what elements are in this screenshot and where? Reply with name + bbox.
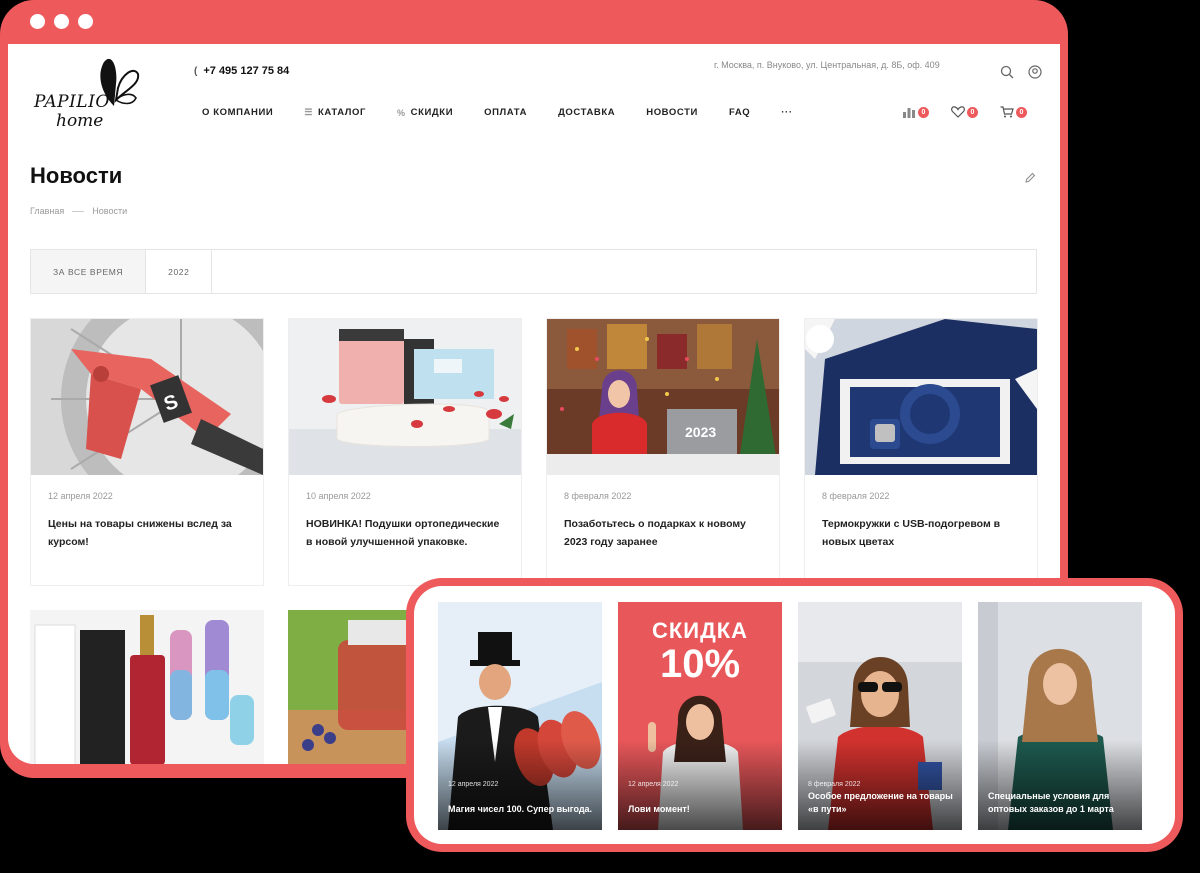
compare-button[interactable]: 0 xyxy=(902,106,929,118)
breadcrumb-separator xyxy=(72,210,85,212)
news-title[interactable]: Позаботьтесь о подарках к новому 2023 го… xyxy=(564,515,762,551)
user-icon[interactable] xyxy=(1028,65,1042,79)
window-dot[interactable] xyxy=(30,14,45,29)
nav-item-catalog[interactable]: ☰ КАТАЛОГ xyxy=(304,107,366,118)
story-date: 12 апреля 2022 xyxy=(448,781,499,788)
story-card[interactable]: Специальные условия для оптовых заказов … xyxy=(978,602,1142,830)
year-filter: ЗА ВСЕ ВРЕМЯ 2022 xyxy=(30,249,1037,294)
nav-label: НОВОСТИ xyxy=(646,107,698,118)
nav-item-payment[interactable]: ОПЛАТА xyxy=(484,107,527,118)
nav-item-news[interactable]: НОВОСТИ xyxy=(646,107,698,118)
story-card[interactable]: 12 апреля 2022 Магия чисел 100. Супер вы… xyxy=(438,602,602,830)
news-image xyxy=(289,319,521,475)
nav-item-delivery[interactable]: ДОСТАВКА xyxy=(558,107,615,118)
nav-label: О КОМПАНИИ xyxy=(202,107,274,118)
favorites-count: 0 xyxy=(967,106,978,118)
news-title[interactable]: НОВИНКА! Подушки ортопедические в новой … xyxy=(306,515,504,551)
nav-more-button[interactable]: ··· xyxy=(781,107,792,118)
news-card[interactable]: 2023 8 февраля 2022 Позаботьтесь о подар… xyxy=(546,318,780,586)
news-card[interactable]: S 12 апреля 2022 Цены на товары снижены … xyxy=(30,318,264,586)
news-title[interactable]: Термокружки с USB-подогревом в новых цве… xyxy=(822,515,1020,551)
filter-all-time[interactable]: ЗА ВСЕ ВРЕМЯ xyxy=(31,250,147,293)
news-date: 12 апреля 2022 xyxy=(48,491,113,501)
more-icon: ··· xyxy=(781,107,793,118)
breadcrumb-home[interactable]: Главная xyxy=(30,206,64,216)
main-nav: О КОМПАНИИ ☰ КАТАЛОГ % СКИДКИ ОПЛАТА ДОС… xyxy=(202,107,824,118)
story-date: 8 февраля 2022 xyxy=(808,781,861,788)
nav-label: FAQ xyxy=(728,107,751,118)
logo-text: home xyxy=(56,111,104,131)
nav-item-discounts[interactable]: % СКИДКИ xyxy=(397,107,453,118)
nav-label: КАТАЛОГ xyxy=(318,107,367,118)
story-card[interactable]: 8 февраля 2022 Особое предложение на тов… xyxy=(798,602,962,830)
logo-text: PAPILIO xyxy=(34,92,110,112)
phone-icon: ( xyxy=(194,65,198,77)
news-image: S xyxy=(31,319,263,475)
story-overlay xyxy=(978,740,1142,830)
menu-icon: ☰ xyxy=(304,107,314,117)
nav-label: ДОСТАВКА xyxy=(558,107,616,118)
nav-label: ОПЛАТА xyxy=(484,107,528,118)
breadcrumb-current: Новости xyxy=(92,206,128,216)
phone-label: +7 495 127 75 84 xyxy=(203,65,290,77)
story-title: Специальные условия для оптовых заказов … xyxy=(988,791,1114,814)
filter-2022[interactable]: 2022 xyxy=(146,250,213,293)
news-image: 2023 xyxy=(547,319,779,475)
window-dot[interactable] xyxy=(78,14,93,29)
story-title: Магия чисел 100. Супер выгода. xyxy=(448,804,593,814)
story-card[interactable]: СКИДКА 10% 12 апреля 2022 Лови момент! xyxy=(618,602,782,830)
sale-banner-percent: 10% xyxy=(659,642,741,686)
window-controls xyxy=(30,14,93,29)
story-date: 12 апреля 2022 xyxy=(628,781,679,788)
compare-count: 0 xyxy=(918,106,929,118)
news-image[interactable] xyxy=(30,610,264,764)
phone-number[interactable]: ( +7 495 127 75 84 xyxy=(194,65,289,77)
story-title: Особое предложение на товары «в пути» xyxy=(808,791,953,814)
stories-list: 12 апреля 2022 Магия чисел 100. Супер вы… xyxy=(414,586,1175,844)
percent-icon: % xyxy=(397,107,406,118)
news-date: 10 апреля 2022 xyxy=(306,491,371,501)
address: г. Москва, п. Внуково, ул. Центральная, … xyxy=(714,60,940,70)
window-dot[interactable] xyxy=(54,14,69,29)
edit-icon[interactable] xyxy=(1024,172,1036,184)
compare-icon xyxy=(903,108,915,118)
news-card[interactable]: 8 февраля 2022 Термокружки с USB-подогре… xyxy=(804,318,1038,586)
stories-popup: 12 апреля 2022 Магия чисел 100. Супер вы… xyxy=(406,578,1183,852)
favorites-button[interactable]: 0 xyxy=(951,106,978,118)
news-card[interactable]: 10 апреля 2022 НОВИНКА! Подушки ортопеди… xyxy=(288,318,522,586)
cart-button[interactable]: 0 xyxy=(1000,106,1027,118)
page-title: Новости xyxy=(30,163,123,188)
site-logo[interactable]: PAPILIO home xyxy=(30,54,150,134)
news-date: 8 февраля 2022 xyxy=(564,491,632,501)
news-grid: S 12 апреля 2022 Цены на товары снижены … xyxy=(30,318,1038,586)
news-date: 8 февраля 2022 xyxy=(822,491,890,501)
svg-text:2023: 2023 xyxy=(685,424,716,440)
sale-banner-title: СКИДКА xyxy=(651,618,749,643)
cart-count: 0 xyxy=(1016,106,1027,118)
cart-icon xyxy=(1000,106,1014,118)
breadcrumb: Главная Новости xyxy=(30,206,127,216)
news-title[interactable]: Цены на товары снижены вслед за курсом! xyxy=(48,515,246,551)
news-image xyxy=(805,319,1037,475)
header-counters: 0 0 0 xyxy=(902,106,1027,118)
story-title: Лови момент! xyxy=(628,804,690,814)
nav-label: СКИДКИ xyxy=(410,107,454,118)
heart-icon xyxy=(951,106,965,118)
nav-item-about[interactable]: О КОМПАНИИ xyxy=(202,107,273,118)
search-icon[interactable] xyxy=(1000,65,1014,79)
nav-item-faq[interactable]: FAQ xyxy=(729,107,750,118)
